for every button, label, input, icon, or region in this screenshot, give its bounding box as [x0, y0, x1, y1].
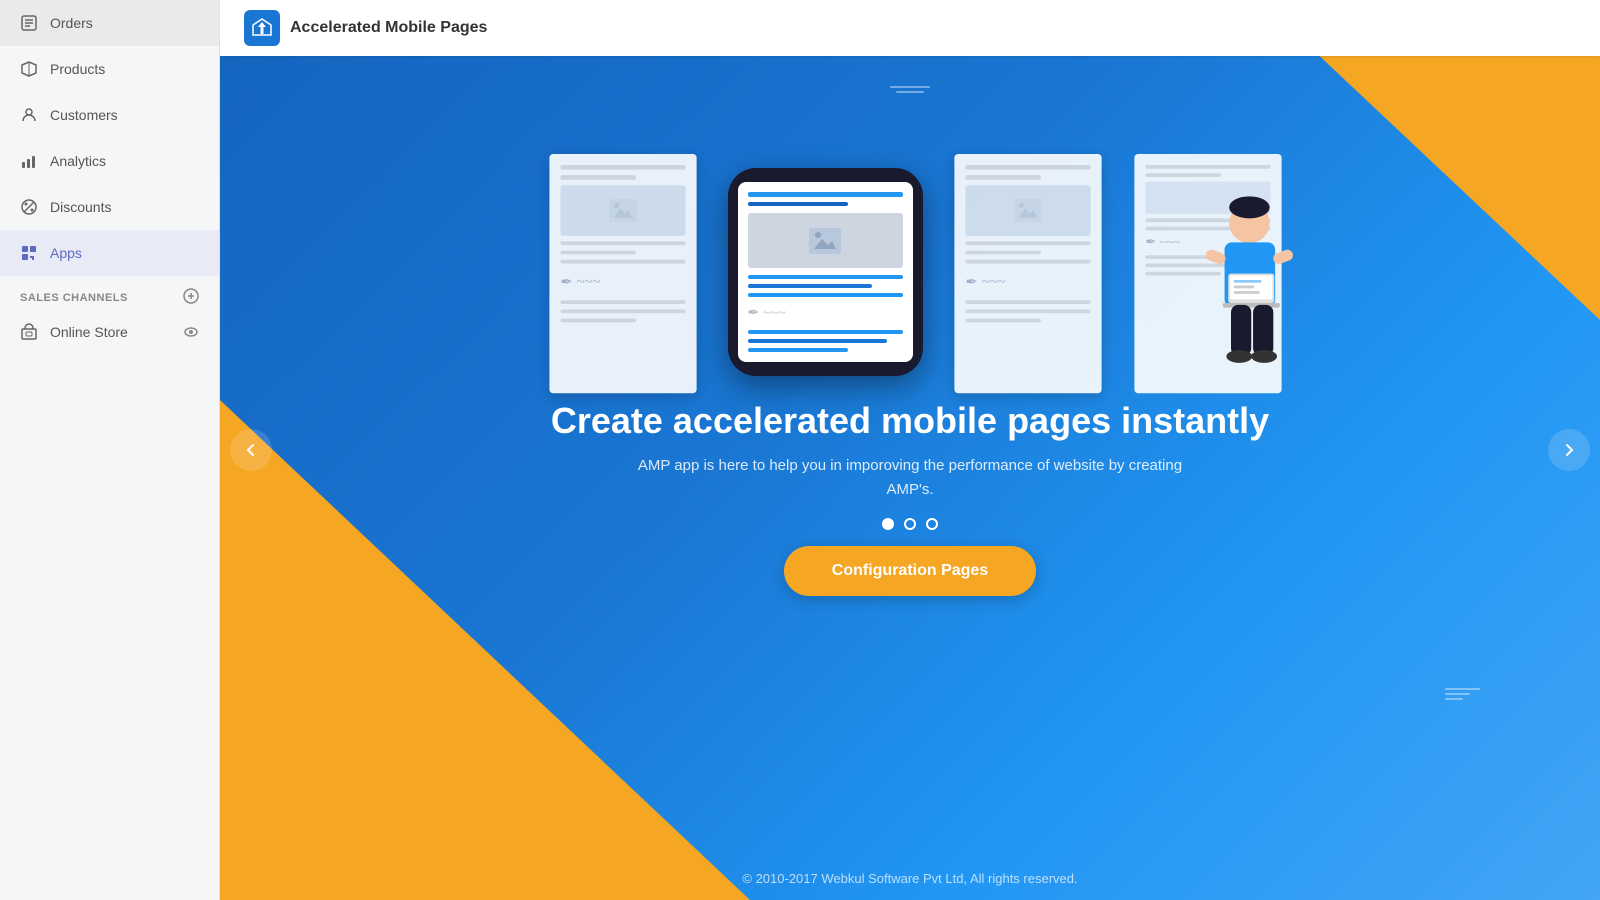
topbar: Accelerated Mobile Pages: [220, 0, 1600, 56]
online-store-label: Online Store: [50, 324, 128, 340]
dot-3[interactable]: [926, 518, 938, 530]
dot-2[interactable]: [904, 518, 916, 530]
person-illustration: [1180, 191, 1300, 393]
hero-content: ✒ ~~~: [220, 56, 1600, 900]
slide-card-4: ✒ ~~~: [1134, 154, 1281, 393]
chevron-right-icon: [1561, 442, 1577, 458]
next-slide-button[interactable]: [1548, 429, 1590, 471]
discounts-icon: [20, 198, 38, 216]
slide-card-3: ✒ ~~~: [954, 154, 1101, 393]
hero-text: Create accelerated mobile pages instantl…: [551, 400, 1269, 502]
orders-label: Orders: [50, 15, 93, 31]
products-icon: [20, 60, 38, 78]
sidebar-item-products[interactable]: Products: [0, 46, 219, 92]
analytics-icon: [20, 152, 38, 170]
configuration-pages-button[interactable]: Configuration Pages: [784, 546, 1036, 596]
add-sales-channel-icon[interactable]: [183, 288, 199, 307]
deco-lines-br: [1445, 688, 1480, 700]
sidebar-item-orders[interactable]: Orders: [0, 0, 219, 46]
sidebar-item-analytics[interactable]: Analytics: [0, 138, 219, 184]
app-name: Accelerated Mobile Pages: [290, 19, 487, 37]
slide-card-1: ✒ ~~~: [549, 154, 696, 393]
sidebar: Orders Products Customers Analytics: [0, 0, 220, 900]
sales-channels-header: SALES CHANNELS: [0, 276, 219, 313]
sidebar-item-online-store[interactable]: Online Store: [0, 313, 219, 351]
footer: © 2010-2017 Webkul Software Pvt Ltd, All…: [220, 871, 1600, 886]
orders-icon: [20, 14, 38, 32]
online-store-icon: [20, 323, 38, 341]
discounts-label: Discounts: [50, 199, 111, 215]
slides-area: ✒ ~~~: [533, 116, 1288, 376]
hero-title: Create accelerated mobile pages instantl…: [551, 400, 1269, 442]
prev-slide-button[interactable]: [230, 429, 272, 471]
chevron-left-icon: [243, 442, 259, 458]
deco-lines-top: [890, 86, 930, 93]
apps-icon: [20, 244, 38, 262]
products-label: Products: [50, 61, 105, 77]
hero-subtitle: AMP app is here to help you in imporovin…: [630, 454, 1190, 502]
dot-1[interactable]: [882, 518, 894, 530]
take-tour-button[interactable]: Take a Tour: [1504, 14, 1576, 30]
main-content: Accelerated Mobile Pages Take a Tour: [220, 0, 1600, 900]
app-logo-icon: [244, 10, 280, 46]
slide-phone-frame: ✒ ~~~: [728, 168, 923, 376]
slide-dots: [882, 518, 938, 530]
customers-label: Customers: [50, 107, 118, 123]
sidebar-item-discounts[interactable]: Discounts: [0, 184, 219, 230]
analytics-label: Analytics: [50, 153, 106, 169]
app-logo: Accelerated Mobile Pages: [244, 10, 487, 46]
eye-icon[interactable]: [183, 324, 199, 340]
sidebar-item-customers[interactable]: Customers: [0, 92, 219, 138]
customers-icon: [20, 106, 38, 124]
apps-label: Apps: [50, 245, 82, 261]
sidebar-item-apps[interactable]: Apps: [0, 230, 219, 276]
